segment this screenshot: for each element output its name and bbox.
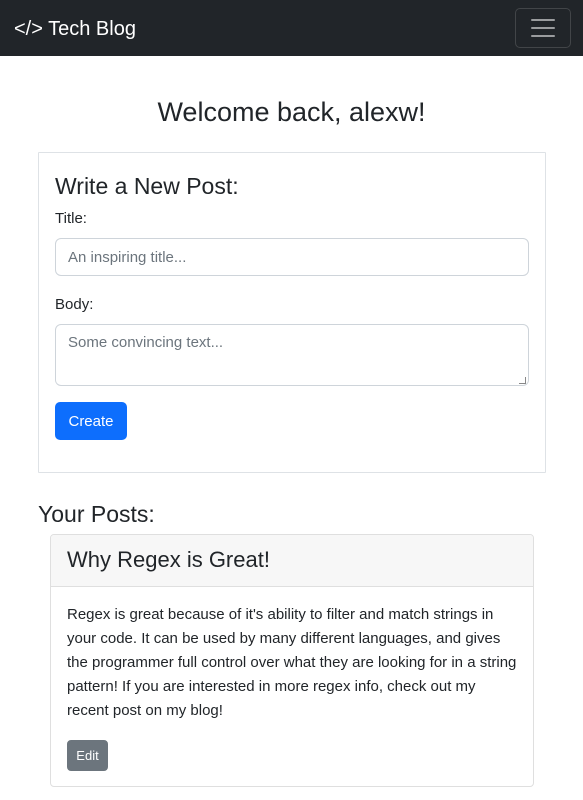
- post-body-text: Regex is great because of it's ability t…: [67, 606, 517, 719]
- brand-link[interactable]: </> Tech Blog: [14, 14, 136, 44]
- body-label: Body:: [55, 296, 94, 313]
- code-icon: </>: [14, 18, 43, 40]
- hamburger-menu-icon: [531, 19, 555, 38]
- welcome-heading: Welcome back, alexw!: [157, 97, 426, 127]
- post-card: Why Regex is Great! Regex is great becau…: [50, 534, 534, 787]
- create-post-button[interactable]: Create: [55, 402, 127, 440]
- navbar-toggler-button[interactable]: [515, 8, 571, 48]
- top-navbar: </> Tech Blog: [0, 0, 583, 56]
- post-title-input[interactable]: [55, 238, 529, 276]
- new-post-heading: Write a New Post:: [55, 173, 239, 199]
- your-posts-heading: Your Posts:: [38, 501, 155, 527]
- edit-post-button[interactable]: Edit: [67, 740, 108, 771]
- post-body-textarea[interactable]: [55, 324, 529, 386]
- post-card-header: Why Regex is Great!: [51, 535, 533, 587]
- title-label: Title:: [55, 210, 87, 227]
- brand-text: Tech Blog: [48, 18, 136, 40]
- new-post-card: Write a New Post: Title: Body: Create: [38, 152, 546, 473]
- post-title: Why Regex is Great!: [67, 547, 270, 572]
- resize-grip-icon[interactable]: [519, 377, 526, 384]
